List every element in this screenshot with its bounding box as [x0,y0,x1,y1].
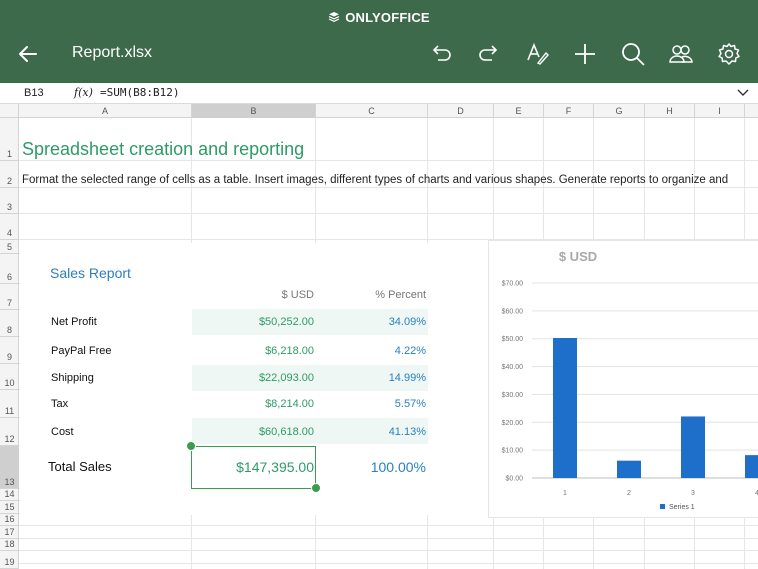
row-header-18[interactable]: 18 [0,539,19,551]
column-header-c[interactable]: C [316,104,428,118]
row-label-shipping[interactable]: Shipping [51,372,94,384]
row-header-10[interactable]: 10 [0,364,19,390]
column-header-a[interactable]: A [19,104,192,118]
chart-bar[interactable] [681,416,705,478]
y-tick-label: $50.00 [502,336,524,343]
redo-icon[interactable] [476,41,502,67]
sheet-description[interactable]: Format the selected range of cells as a … [22,174,728,186]
row-label-tax[interactable]: Tax [51,398,68,410]
total-sales-pct[interactable]: 100.00% [316,459,426,475]
function-icon[interactable]: f(x) [74,86,93,99]
x-tick-label: 1 [563,490,567,497]
chart-bar[interactable] [617,460,641,478]
y-tick-label: $30.00 [502,392,524,399]
settings-icon[interactable] [716,41,742,67]
row-usd-tax[interactable]: $8,214.00 [192,398,314,410]
row-header-11[interactable]: 11 [0,390,19,418]
row-header-4[interactable]: 4 [0,214,19,240]
chart-title: $ USD [558,249,598,264]
row-pct-paypal-free[interactable]: 4.22% [316,345,426,357]
row-pct-shipping[interactable]: 14.99% [316,372,426,384]
row-label-paypal-free[interactable]: PayPal Free [51,345,112,357]
bar-chart[interactable]: $0.00 $10.00 $20.00 $30.00 $40.00 $50.00 $60.0… [488,270,758,518]
x-tick-label: 2 [627,490,631,497]
onlyoffice-logo-icon [328,12,340,22]
y-tick-label: $20.00 [502,420,524,427]
cell-reference[interactable]: B13 [24,87,44,99]
column-header-e[interactable]: E [494,104,544,118]
row-header-13[interactable]: 13 [0,446,19,489]
column-header-g[interactable]: G [594,104,645,118]
back-arrow-icon[interactable] [16,42,40,66]
app-header: ONLYOFFICE Report.xlsx [0,0,758,83]
row-header-12[interactable]: 12 [0,418,19,446]
x-tick-label: 3 [691,490,695,497]
column-header-h[interactable]: H [645,104,695,118]
row-usd-paypal-free[interactable]: $6,218.00 [192,345,314,357]
search-icon[interactable] [620,41,646,67]
total-sales-label[interactable]: Total Sales [48,459,112,474]
row-header-6[interactable]: 6 [0,254,19,284]
legend-swatch [660,504,665,509]
row-header: 1 2 3 4 5 6 7 8 9 10 11 12 13 14 15 16 1… [0,118,19,569]
y-tick-label: $0.00 [505,476,523,483]
row-header-19[interactable]: 19 [0,551,19,569]
chevron-down-icon[interactable] [736,87,750,99]
chart-bar[interactable] [553,338,577,478]
legend-label: Series 1 [669,504,695,511]
column-header: A B C D E F G H I [0,104,758,118]
row-usd-shipping[interactable]: $22,093.00 [192,372,314,384]
percent-column-header[interactable]: % Percent [316,289,426,301]
formula-input[interactable]: =SUM(B8:B12) [100,86,179,99]
row-pct-cost[interactable]: 41.13% [316,426,426,438]
cell-selection-b13[interactable] [191,446,316,489]
row-header-1[interactable]: 1 [0,118,19,161]
row-header-3[interactable]: 3 [0,188,19,214]
row-header-2[interactable]: 2 [0,161,19,188]
row-label-net-profit[interactable]: Net Profit [51,316,97,328]
formula-bar[interactable]: B13 f(x) =SUM(B8:B12) [0,83,758,104]
column-header-b[interactable]: B [192,104,316,118]
row-header-5[interactable]: 5 [0,240,19,254]
row-header-7[interactable]: 7 [0,284,19,310]
row-header-17[interactable]: 17 [0,526,19,539]
select-all-corner[interactable] [0,104,19,118]
row-header-16[interactable]: 16 [0,514,19,526]
row-header-14[interactable]: 14 [0,489,19,501]
text-format-icon[interactable] [524,41,550,67]
sales-report-title[interactable]: Sales Report [50,265,131,281]
add-icon[interactable] [572,41,598,67]
usd-column-header[interactable]: $ USD [192,289,314,301]
column-header-f[interactable]: F [544,104,594,118]
chart-bar[interactable] [745,455,758,478]
brand: ONLYOFFICE [0,10,758,25]
row-pct-tax[interactable]: 5.57% [316,398,426,410]
row-header-9[interactable]: 9 [0,337,19,364]
selection-handle-top-left[interactable] [186,441,196,451]
row-label-cost[interactable]: Cost [51,426,74,438]
row-pct-net-profit[interactable]: 34.09% [316,316,426,328]
undo-icon[interactable] [428,41,454,67]
row-usd-net-profit[interactable]: $50,252.00 [192,316,314,328]
app-window: ONLYOFFICE Report.xlsx B13 f(x) =SUM(B8:… [0,0,758,569]
y-tick-label: $60.00 [502,308,524,315]
document-title: Report.xlsx [72,44,153,61]
y-tick-label: $40.00 [502,364,524,371]
users-icon[interactable] [668,41,694,67]
row-header-15[interactable]: 15 [0,501,19,514]
brand-name: ONLYOFFICE [345,10,430,25]
y-tick-label: $70.00 [502,281,524,288]
sheet-title[interactable]: Spreadsheet creation and reporting [22,139,304,160]
y-tick-label: $10.00 [502,448,524,455]
row-usd-cost[interactable]: $60,618.00 [192,426,314,438]
row-header-8[interactable]: 8 [0,310,19,337]
column-header-i[interactable]: I [695,104,745,118]
selection-handle-bottom-right[interactable] [311,483,321,493]
column-header-d[interactable]: D [428,104,494,118]
